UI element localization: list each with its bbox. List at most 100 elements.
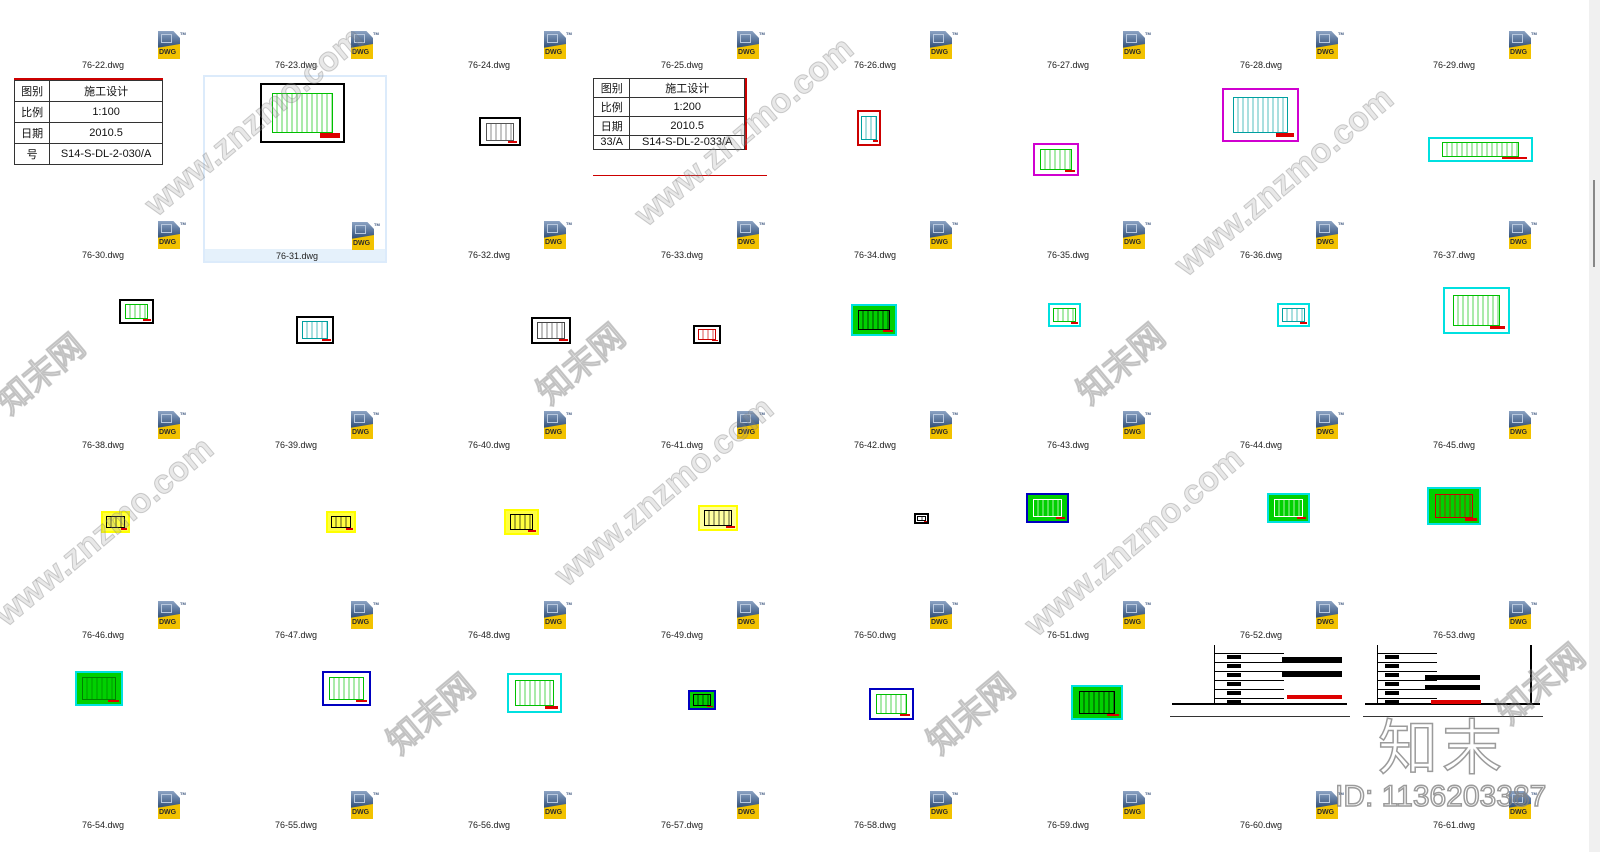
file-tile[interactable]: DWG TM 76-34.dwg (782, 75, 966, 263)
file-tile[interactable]: DWG TM 76-40.dwg (396, 265, 580, 453)
drawing-preview (504, 509, 539, 535)
title-block-cell: S14-S-DL-2-033/A (629, 134, 745, 151)
file-tile[interactable]: DWG TM 76-50.dwg (782, 455, 966, 643)
file-name-label: 76-58.dwg (853, 820, 897, 830)
file-tile[interactable]: DWG TM 76-38.dwg (10, 265, 194, 453)
dwg-file-icon: DWG TM (156, 791, 186, 821)
file-tile[interactable]: DWG TM 76-32.dwg (396, 75, 580, 263)
dwg-file-icon: DWG TM (928, 601, 958, 631)
file-tile[interactable]: DWG TM 76-46.dwg (10, 455, 194, 643)
dwg-file-icon: DWG TM (542, 221, 572, 251)
drawing-preview (857, 110, 881, 146)
title-block-cell: 比例 (592, 96, 631, 117)
file-tile[interactable]: DWG TM 76-41.dwg (589, 265, 773, 453)
file-tile[interactable]: DWG TM 76-43.dwg (975, 265, 1159, 453)
file-tile[interactable]: DWG TM 76-42.dwg (782, 265, 966, 453)
file-tile[interactable]: DWG TM 76-53.dwg (1361, 455, 1545, 643)
drawing-preview (698, 505, 738, 531)
title-block-cell: 1:200 (629, 96, 745, 117)
drawing-preview (296, 316, 334, 344)
file-name-label: 76-36.dwg (1239, 250, 1283, 260)
drawing-preview (1026, 493, 1069, 523)
file-tile[interactable]: DWG TM 76-51.dwg (975, 455, 1159, 643)
drawing-preview (119, 299, 154, 324)
vertical-scrollbar[interactable] (1589, 0, 1600, 852)
file-name-label: 76-25.dwg (660, 60, 704, 70)
file-tile[interactable]: DWG TM 76-26.dwg (782, 0, 966, 73)
file-name-label: 76-38.dwg (81, 440, 125, 450)
title-block-cell: 1:100 (49, 101, 163, 123)
title-block-cell: 2010.5 (49, 122, 163, 144)
drawing-preview-title-block: 图别 施工设计 比例 1:100 日期 2010.5 号 S14-S-DL-2-030/A (13, 78, 163, 165)
file-name-label: 76-42.dwg (853, 440, 897, 450)
file-name-label: 76-28.dwg (1239, 60, 1283, 70)
title-block-cell: S14-S-DL-2-030/A (49, 143, 163, 165)
dwg-file-icon: DWG TM (735, 601, 765, 631)
drawing-border-line (1363, 716, 1543, 717)
file-name-label: 76-57.dwg (660, 820, 704, 830)
title-block-cell: 施工设计 (49, 80, 163, 102)
drawing-preview (1428, 137, 1533, 162)
file-tile[interactable]: DWG TM 76-37.dwg (1361, 75, 1545, 263)
dwg-file-icon: DWG TM (349, 31, 379, 61)
dwg-file-icon: DWG TM (1507, 221, 1537, 251)
drawing-preview (326, 511, 356, 533)
file-tile[interactable]: DWG TM 76-49.dwg (589, 455, 773, 643)
file-tile[interactable]: DWG TM 76-39.dwg (203, 265, 387, 453)
dwg-file-icon: DWG TM (1507, 31, 1537, 61)
dwg-file-icon: DWG TM (1314, 411, 1344, 441)
file-tile[interactable]: DWG TM 76-44.dwg (1168, 265, 1352, 453)
drawing-preview (531, 317, 571, 344)
dwg-file-icon: DWG TM (735, 791, 765, 821)
dwg-file-icon: DWG TM (542, 31, 572, 61)
file-tile[interactable]: DWG TM 76-23.dwg (203, 0, 387, 73)
file-tile[interactable]: DWG TM 76-48.dwg (396, 455, 580, 643)
file-tile[interactable]: DWG TM 76-47.dwg (203, 455, 387, 643)
title-block-cell: 图别 (592, 78, 631, 98)
dwg-file-icon: DWG TM (1121, 601, 1151, 631)
file-name-label: 76-53.dwg (1432, 630, 1476, 640)
dwg-file-icon: DWG TM (928, 411, 958, 441)
dwg-file-icon: DWG TM (928, 31, 958, 61)
file-name-label: 76-43.dwg (1046, 440, 1090, 450)
file-name-label: 76-54.dwg (81, 820, 125, 830)
title-block-cell: 2010.5 (629, 115, 745, 136)
file-tile[interactable]: DWG TM 76-28.dwg (1168, 0, 1352, 73)
dwg-file-icon: DWG TM (1314, 601, 1344, 631)
file-name-label: 76-32.dwg (467, 250, 511, 260)
file-name-label: 76-40.dwg (467, 440, 511, 450)
title-block-cell: 日期 (13, 122, 51, 144)
file-tile[interactable]: DWG TM 76-25.dwg (589, 0, 773, 73)
title-block-cell: 日期 (592, 115, 631, 136)
file-name-label: 76-31.dwg (275, 251, 319, 261)
dwg-file-icon: DWG TM (1121, 221, 1151, 251)
file-name-label: 76-34.dwg (853, 250, 897, 260)
file-name-label: 76-49.dwg (660, 630, 704, 640)
file-name-label: 76-30.dwg (81, 250, 125, 260)
dwg-file-icon: DWG TM (542, 411, 572, 441)
file-tile[interactable]: DWG TM 76-58.dwg (782, 645, 966, 833)
file-tile[interactable]: DWG TM 76-29.dwg (1361, 0, 1545, 73)
dwg-file-icon: DWG TM (1121, 791, 1151, 821)
title-block-cell: 施工设计 (629, 78, 745, 98)
file-tile[interactable]: DWG TM 76-22.dwg (10, 0, 194, 73)
drawing-preview (1071, 685, 1123, 720)
drawing-preview (75, 671, 123, 706)
file-name-label: 76-59.dwg (1046, 820, 1090, 830)
drawing-preview (1048, 303, 1081, 327)
file-tile[interactable]: DWG TM 76-59.dwg (975, 645, 1159, 833)
file-tile[interactable]: DWG TM 76-27.dwg (975, 0, 1159, 73)
file-name-label: 76-48.dwg (467, 630, 511, 640)
scrollbar-thumb[interactable] (1593, 180, 1595, 267)
drawing-border-line (593, 175, 767, 176)
title-block-cell: 比例 (13, 101, 51, 123)
dwg-file-icon: DWG TM (1507, 411, 1537, 441)
file-name-label: 76-61.dwg (1432, 820, 1476, 830)
drawing-preview (1222, 88, 1299, 142)
file-tile[interactable]: DWG TM 76-24.dwg (396, 0, 580, 73)
file-name-label: 76-55.dwg (274, 820, 318, 830)
file-tile[interactable]: DWG TM 76-52.dwg (1168, 455, 1352, 643)
dwg-file-icon: DWG TM (156, 411, 186, 441)
file-tile[interactable]: DWG TM 76-57.dwg (589, 645, 773, 833)
drawing-preview (1427, 487, 1481, 525)
